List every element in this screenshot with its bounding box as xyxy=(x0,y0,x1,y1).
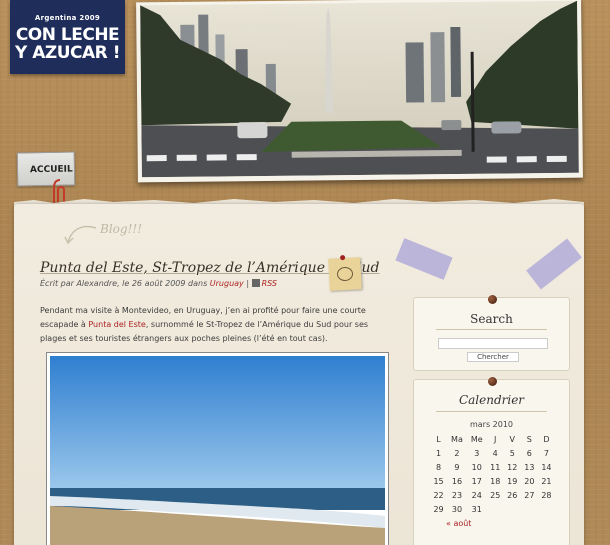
calendar-day: 28 xyxy=(541,490,552,500)
weekday-header: Ma xyxy=(451,434,463,444)
calendar-day: 17 xyxy=(471,476,482,486)
calendar-day xyxy=(487,502,504,516)
site-logo[interactable]: Argentina 2009 CON LECHE Y AZUCAR ! xyxy=(10,0,125,74)
calendar-day: 7 xyxy=(543,448,549,458)
pushpin-icon xyxy=(340,254,346,261)
calendar-day: 27 xyxy=(524,490,535,500)
logo-line-2: Y AZUCAR ! xyxy=(15,43,120,63)
weekday-header: L xyxy=(436,434,441,444)
calendar-title: Calendrier xyxy=(458,393,525,407)
post-category-link[interactable]: Uruguay xyxy=(210,279,244,288)
calendar-day xyxy=(521,502,538,516)
calendar-widget: Calendrier mars 2010 L Ma Me J V S D 1 2… xyxy=(413,377,570,545)
calendar-day: 20 xyxy=(524,476,535,486)
calendar-day: 21 xyxy=(541,476,552,486)
logo-line-1: CON LECHE xyxy=(15,25,120,45)
rss-icon[interactable] xyxy=(251,279,260,287)
calendar-week-row: 22 23 24 25 26 27 28 xyxy=(430,488,555,502)
calendar-day: 30 xyxy=(451,504,463,514)
calendar-day: 24 xyxy=(471,490,482,500)
calendar-day: 26 xyxy=(507,490,518,500)
weekday-header: J xyxy=(494,434,497,444)
calendar-month: mars 2010 xyxy=(469,420,514,429)
curved-arrow-icon xyxy=(64,225,97,245)
calendar-day: 2 xyxy=(454,448,460,458)
header-photo xyxy=(136,0,583,183)
divider xyxy=(436,329,547,330)
divider xyxy=(436,411,547,412)
post-meta-prefix: Écrit par Alexandre, le 26 août 2009 dan… xyxy=(40,279,208,288)
calendar-week-row: 15 16 17 18 19 20 21 xyxy=(430,474,555,488)
calendar-day: 15 xyxy=(433,476,444,486)
punta-del-este-link[interactable]: Punta del Este xyxy=(88,320,145,329)
calendar-week-row: 1 2 3 4 5 6 7 xyxy=(430,446,555,460)
comments-note-icon[interactable] xyxy=(328,254,362,291)
calendar-day: 1 xyxy=(435,448,442,458)
weekday-header: D xyxy=(543,434,550,444)
calendar-day: 14 xyxy=(541,462,552,472)
pushpin-icon xyxy=(488,377,497,386)
weekday-header: Me xyxy=(470,434,483,444)
post-meta: Écrit par Alexandre, le 26 août 2009 dan… xyxy=(40,279,277,288)
pushpin-icon xyxy=(488,295,497,304)
weekday-header: V xyxy=(509,434,515,444)
calendar-day: 13 xyxy=(524,462,535,472)
calendar-week-row: 29 30 31 xyxy=(430,502,555,516)
calendar-day: 9 xyxy=(454,462,460,472)
calendar-day: 29 xyxy=(433,504,444,514)
calendar-day: 4 xyxy=(492,448,498,458)
search-button[interactable]: Chercher xyxy=(467,352,519,362)
calendar-day: 3 xyxy=(474,448,480,458)
post-excerpt: Pendant ma visite à Montevideo, en Urugu… xyxy=(40,304,390,346)
calendar-table: L Ma Me J V S D 1 2 3 4 5 6 7 8 9 10 11 … xyxy=(430,432,555,516)
calendar-day: 22 xyxy=(433,490,444,500)
calendar-day: 31 xyxy=(471,504,482,514)
rss-link[interactable]: RSS xyxy=(262,279,277,288)
calendar-day: 6 xyxy=(526,448,532,458)
search-input[interactable] xyxy=(438,338,548,349)
calendar-day: 19 xyxy=(507,476,518,486)
calendar-day xyxy=(504,502,521,516)
calendar-day: 5 xyxy=(509,448,515,458)
blog-label: Blog!!! xyxy=(100,222,143,236)
calendar-week-row: 8 9 10 11 12 13 14 xyxy=(430,460,555,474)
weekday-header: S xyxy=(526,434,532,444)
calendar-day: 18 xyxy=(490,476,501,486)
calendar-day: 12 xyxy=(507,462,518,472)
calendar-day: 23 xyxy=(451,490,463,500)
calendar-day: 8 xyxy=(435,462,442,472)
post-photo xyxy=(46,352,389,545)
beach-photo xyxy=(50,356,385,545)
calendar-day: 10 xyxy=(471,462,482,472)
search-title: Search xyxy=(470,312,513,326)
buenos-aires-obelisk-photo xyxy=(140,0,579,178)
search-widget: Search Chercher xyxy=(413,295,570,371)
calendar-prev-month-link[interactable]: « août xyxy=(446,519,471,528)
calendar-day: 16 xyxy=(451,476,463,486)
calendar-day: 11 xyxy=(490,462,501,472)
calendar-day: 25 xyxy=(490,490,501,500)
calendar-day xyxy=(538,502,555,516)
logo-subtitle: Argentina 2009 xyxy=(34,14,101,22)
meta-separator: | xyxy=(246,279,250,288)
calendar-weekday-row: L Ma Me J V S D xyxy=(430,432,555,446)
